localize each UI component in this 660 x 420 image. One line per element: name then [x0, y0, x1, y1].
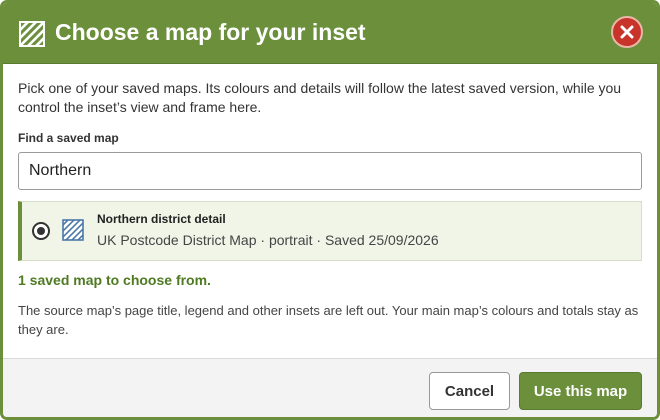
radio-selected-dot — [37, 227, 45, 235]
dialog-title: Choose a map for your inset — [55, 19, 366, 45]
results-count: 1 saved map to choose from. — [18, 272, 211, 288]
use-this-map-button[interactable]: Use this map — [519, 372, 642, 410]
search-input[interactable] — [18, 152, 642, 190]
dialog-header: Choose a map for your inset — [3, 3, 657, 64]
choose-map-dialog: Choose a map for your inset Pick one of … — [0, 0, 660, 420]
saved-map-details: UK Postcode District Map · portrait · Sa… — [97, 232, 439, 248]
saved-map-name: Northern district detail — [97, 212, 226, 226]
dialog-footer: Cancel Use this map — [3, 358, 657, 417]
cancel-button[interactable]: Cancel — [429, 372, 510, 410]
intro-text: Pick one of your saved maps. Its colours… — [18, 80, 622, 115]
search-label: Find a saved map — [18, 131, 119, 145]
map-hatch-icon — [19, 21, 45, 47]
radio-button[interactable] — [32, 222, 50, 240]
close-button[interactable] — [611, 16, 643, 48]
info-note: The source map’s page title, legend and … — [18, 303, 639, 337]
close-icon — [620, 25, 634, 39]
saved-map-option[interactable]: Northern district detail UK Postcode Dis… — [18, 201, 642, 261]
map-hatch-icon — [62, 219, 84, 241]
